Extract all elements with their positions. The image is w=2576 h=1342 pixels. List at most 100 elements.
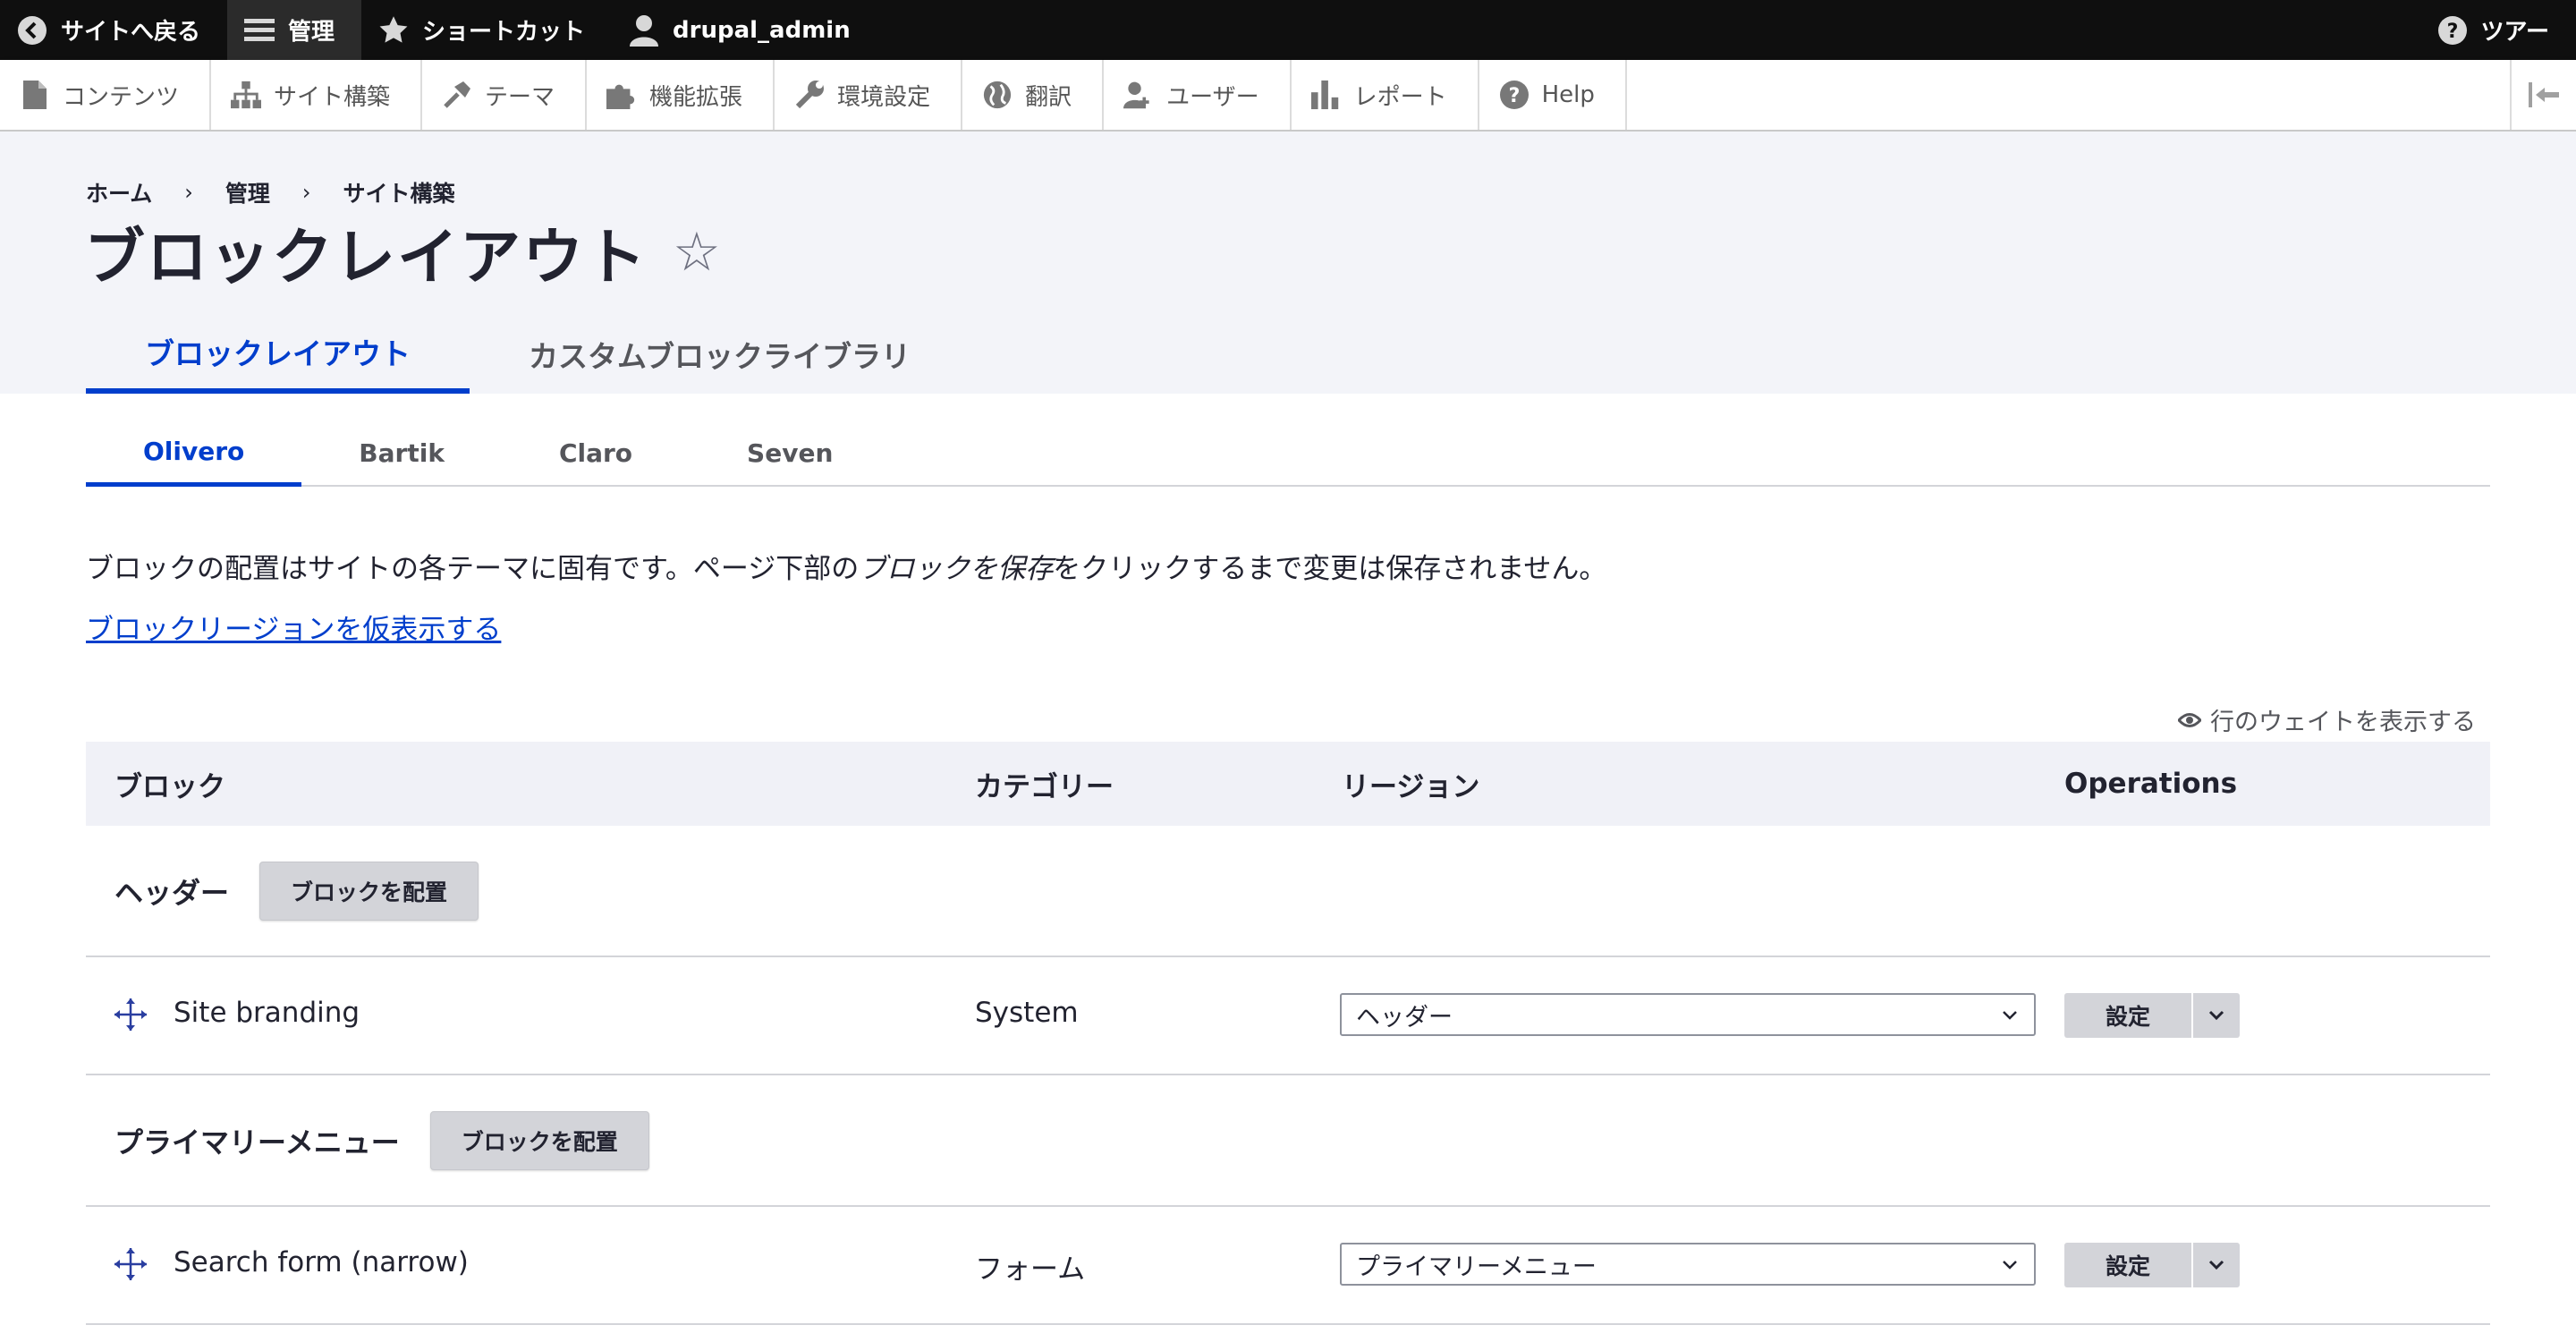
breadcrumb: ホーム › 管理 › サイト構築 <box>86 176 455 208</box>
help-icon: ? <box>1499 80 1530 110</box>
desc-emphasis: ブロックを保存 <box>859 553 1054 585</box>
place-block-button[interactable]: ブロックを配置 <box>259 861 479 921</box>
people-icon <box>1123 80 1154 110</box>
user-label: drupal_admin <box>673 16 851 44</box>
question-icon: ? <box>2436 14 2469 47</box>
file-icon <box>20 80 50 110</box>
breadcrumb-admin-link[interactable]: 管理 <box>225 176 270 208</box>
tray-item-label: テーマ <box>485 83 555 111</box>
tab-custom-block-library[interactable]: カスタムブロックライブラリ <box>470 314 970 394</box>
breadcrumb-home-link[interactable]: ホーム <box>86 176 152 208</box>
svg-text:?: ? <box>2446 21 2458 43</box>
tray-item-reports[interactable]: レポート <box>1292 60 1479 130</box>
shortcut-star-icon[interactable]: ☆ <box>673 221 723 284</box>
configure-button[interactable]: 設定 <box>2064 1243 2191 1287</box>
desc-text: をクリックするまで変更は保存されません。 <box>1053 553 1607 585</box>
tab-olivero[interactable]: Olivero <box>86 420 302 487</box>
demo-regions-link[interactable]: ブロックリージョンを仮表示する <box>86 607 501 647</box>
tab-bartik[interactable]: Bartik <box>301 420 502 485</box>
back-arrow-icon <box>16 14 48 47</box>
region-select[interactable]: プライマリーメニュー <box>1340 1243 2036 1286</box>
tray-item-label: コンテンツ <box>63 83 180 111</box>
tray-item-label: サイト構築 <box>274 83 391 111</box>
tray-item-config[interactable]: 環境設定 <box>775 60 963 130</box>
block-name: Site branding <box>174 997 360 1029</box>
operations-toggle[interactable] <box>2193 1243 2240 1287</box>
user-icon <box>628 14 660 47</box>
tab-claro[interactable]: Claro <box>502 420 690 485</box>
hamburger-icon <box>243 14 275 47</box>
tray-item-content[interactable]: コンテンツ <box>0 60 212 130</box>
region-select-value: ヘッダー <box>1356 1003 1453 1032</box>
admin-toolbar: サイトへ戻る 管理 ショートカット drupal_admin ? ツアー <box>0 0 2576 60</box>
block-category: System <box>975 997 1079 1029</box>
page-title: ブロックレイアウト ☆ <box>84 208 723 296</box>
chevron-down-icon <box>2003 1261 2017 1270</box>
help-description: ブロックの配置はサイトの各テーマに固有です。ページ下部のブロックを保存をクリック… <box>86 546 1606 586</box>
tray-item-label: 環境設定 <box>837 83 931 111</box>
user-button[interactable]: drupal_admin <box>612 0 877 60</box>
show-row-weights-label: 行のウェイトを表示する <box>2210 709 2476 736</box>
tab-block-layout[interactable]: ブロックレイアウト <box>86 314 470 394</box>
tray-item-label: 機能拡張 <box>649 83 743 111</box>
puzzle-icon <box>606 80 637 110</box>
chevron-down-icon <box>2208 1260 2224 1270</box>
tab-seven[interactable]: Seven <box>690 420 890 485</box>
region-title: ヘッダー <box>114 875 230 910</box>
shortcuts-button[interactable]: ショートカット <box>361 0 612 60</box>
page-title-text: ブロックレイアウト <box>84 223 648 293</box>
drag-handle-icon[interactable] <box>113 1246 148 1282</box>
region-row-header: ヘッダー ブロックを配置 <box>86 826 2490 957</box>
back-to-site-link[interactable]: サイトへ戻る <box>0 0 227 60</box>
eye-icon <box>2178 712 2201 727</box>
operations-toggle[interactable] <box>2193 993 2240 1038</box>
operations-dropbutton: 設定 <box>2064 993 2240 1038</box>
svg-text:?: ? <box>1508 85 1520 107</box>
sitemap-icon <box>231 80 262 110</box>
table-header: ブロック カテゴリー リージョン Operations <box>86 742 2490 826</box>
tray-item-translate[interactable]: 翻訳 <box>962 60 1105 130</box>
breadcrumb-structure-link[interactable]: サイト構築 <box>343 176 455 208</box>
wrench-icon <box>794 80 825 110</box>
column-header-block: ブロック <box>114 770 225 803</box>
star-icon <box>377 14 410 47</box>
tray-item-label: Help <box>1541 81 1595 108</box>
page-header: ホーム › 管理 › サイト構築 ブロックレイアウト ☆ ブロックレイアウト カ… <box>0 132 2576 394</box>
breadcrumb-separator: › <box>184 180 193 205</box>
column-header-operations: Operations <box>2064 768 2238 800</box>
admin-menu-tray: コンテンツ サイト構築 テーマ 機能拡張 環境設定 翻訳 ユーザー レポート ?… <box>0 60 2576 132</box>
configure-button[interactable]: 設定 <box>2064 993 2191 1038</box>
manage-button[interactable]: 管理 <box>227 0 362 60</box>
block-category: フォーム <box>975 1253 1086 1286</box>
tour-label: ツアー <box>2480 19 2549 46</box>
tray-item-help[interactable]: ? Help <box>1479 60 1627 130</box>
tray-item-structure[interactable]: サイト構築 <box>211 60 423 130</box>
shortcuts-label: ショートカット <box>422 19 586 46</box>
tray-orientation-toggle[interactable] <box>2510 60 2576 130</box>
column-header-region: リージョン <box>1342 770 1480 803</box>
desc-text: ブロックの配置はサイトの各テーマに固有です。ページ下部の <box>86 553 860 585</box>
region-select[interactable]: ヘッダー <box>1340 993 2036 1036</box>
globe-icon <box>982 80 1013 110</box>
manage-label: 管理 <box>288 19 335 46</box>
table-row: Search form (narrow) フォーム プライマリーメニュー 設定 <box>86 1207 2490 1325</box>
paintbrush-icon <box>442 80 472 110</box>
tray-item-appearance[interactable]: テーマ <box>422 60 588 130</box>
collapse-left-icon <box>2529 82 2559 107</box>
place-block-button[interactable]: ブロックを配置 <box>429 1110 649 1170</box>
back-to-site-label: サイトへ戻る <box>61 19 201 46</box>
tour-button[interactable]: ? ツアー <box>2420 0 2576 60</box>
tray-item-people[interactable]: ユーザー <box>1104 60 1292 130</box>
show-row-weights-toggle[interactable]: 行のウェイトを表示する <box>2178 702 2476 737</box>
chevron-down-icon <box>2003 1011 2017 1020</box>
table-row: Site branding System ヘッダー 設定 <box>86 957 2490 1075</box>
column-header-category: カテゴリー <box>975 770 1114 803</box>
operations-dropbutton: 設定 <box>2064 1243 2240 1287</box>
tray-item-extend[interactable]: 機能拡張 <box>587 60 775 130</box>
theme-tabs: Olivero Bartik Claro Seven <box>86 420 2490 487</box>
breadcrumb-separator: › <box>301 180 311 205</box>
drag-handle-icon[interactable] <box>113 997 148 1032</box>
region-title: プライマリーメニュー <box>114 1125 400 1159</box>
tray-item-label: 翻訳 <box>1025 83 1072 111</box>
bar-chart-icon <box>1310 80 1342 110</box>
